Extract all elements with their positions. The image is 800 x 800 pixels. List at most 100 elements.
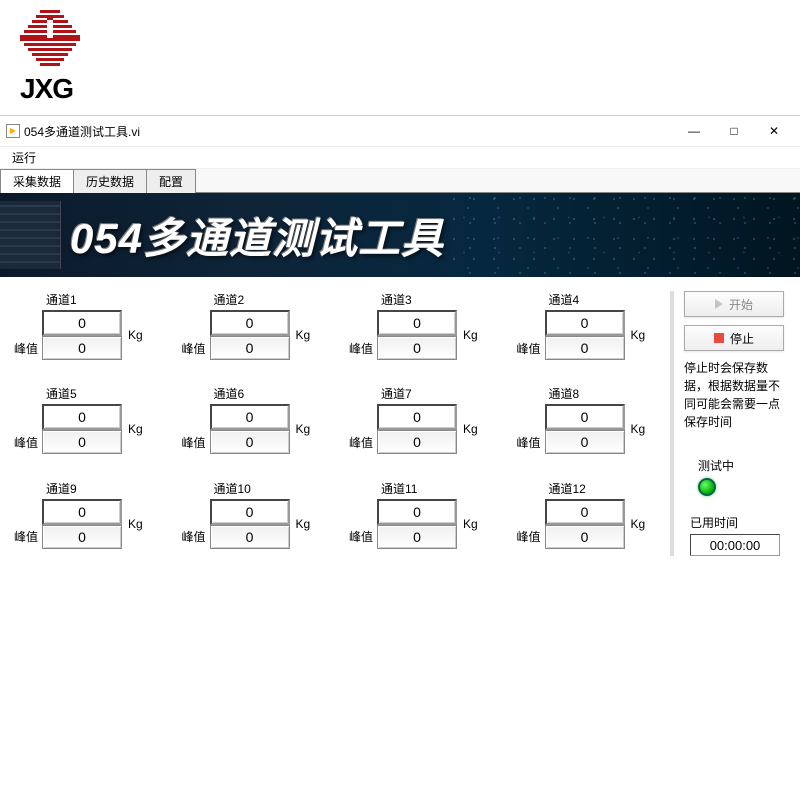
tab-config[interactable]: 配置 — [146, 169, 196, 193]
peak-label: 峰值 — [178, 528, 210, 545]
unit-label: Kg — [296, 310, 311, 360]
status-led-icon — [698, 478, 716, 496]
play-icon — [715, 299, 723, 309]
main-content: 通道1峰值00Kg通道2峰值00Kg通道3峰值00Kg通道4峰值00Kg通道5峰… — [0, 277, 800, 570]
menu-bar: 运行 — [0, 147, 800, 169]
channels-grid: 通道1峰值00Kg通道2峰值00Kg通道3峰值00Kg通道4峰值00Kg通道5峰… — [10, 291, 664, 556]
channel-name: 通道6 — [178, 385, 330, 402]
channel-6: 通道6 峰值00Kg — [178, 385, 330, 461]
channel-name: 通道2 — [178, 291, 330, 308]
tab-collect-data[interactable]: 采集数据 — [0, 169, 74, 193]
channel-peak-display: 0 — [210, 430, 290, 454]
channel-value-display: 0 — [545, 404, 625, 430]
channel-8: 通道8 峰值00Kg — [513, 385, 665, 461]
peak-label: 峰值 — [178, 340, 210, 357]
channel-1: 通道1 峰值00Kg — [10, 291, 162, 367]
unit-label: Kg — [631, 310, 646, 360]
app-window: 054多通道测试工具.vi — □ ✕ 运行 采集数据 历史数据 配置 054多… — [0, 115, 800, 570]
labview-vi-icon — [6, 124, 20, 138]
channel-peak-display: 0 — [210, 525, 290, 549]
channel-value-display: 0 — [545, 499, 625, 525]
peak-label: 峰值 — [10, 340, 42, 357]
unit-label: Kg — [463, 404, 478, 454]
unit-label: Kg — [296, 404, 311, 454]
channel-value-display: 0 — [545, 310, 625, 336]
channel-9: 通道9 峰值00Kg — [10, 480, 162, 556]
brand-logo-area: JXG — [0, 0, 800, 115]
elapsed-time-value: 00:00:00 — [690, 534, 780, 556]
channel-peak-display: 0 — [42, 525, 122, 549]
unit-label: Kg — [296, 499, 311, 549]
peak-label: 峰值 — [345, 528, 377, 545]
stop-button[interactable]: 停止 — [684, 325, 784, 351]
unit-label: Kg — [128, 499, 143, 549]
channel-peak-display: 0 — [210, 336, 290, 360]
stop-icon — [714, 333, 724, 343]
channel-3: 通道3 峰值00Kg — [345, 291, 497, 367]
unit-label: Kg — [631, 404, 646, 454]
channel-name: 通道4 — [513, 291, 665, 308]
window-title: 054多通道测试工具.vi — [24, 123, 674, 140]
channel-peak-display: 0 — [42, 336, 122, 360]
channel-value-display: 0 — [377, 404, 457, 430]
status-block: 测试中 — [684, 457, 790, 496]
channel-2: 通道2 峰值00Kg — [178, 291, 330, 367]
minimize-button[interactable]: — — [674, 120, 714, 142]
banner-title: 054多通道测试工具 — [70, 205, 444, 266]
channel-value-display: 0 — [377, 499, 457, 525]
channel-12: 通道12 峰值00Kg — [513, 480, 665, 556]
window-titlebar: 054多通道测试工具.vi — □ ✕ — [0, 116, 800, 147]
channel-10: 通道10峰值00Kg — [178, 480, 330, 556]
channel-value-display: 0 — [42, 404, 122, 430]
tab-history-data[interactable]: 历史数据 — [73, 169, 147, 193]
channel-7: 通道7峰值00Kg — [345, 385, 497, 461]
maximize-button[interactable]: □ — [714, 120, 754, 142]
channel-5: 通道5 峰值00Kg — [10, 385, 162, 461]
channel-name: 通道12 — [513, 480, 665, 497]
tab-strip: 采集数据 历史数据 配置 — [0, 169, 800, 193]
channel-name: 通道7 — [345, 385, 497, 402]
channel-name: 通道3 — [345, 291, 497, 308]
channel-value-display: 0 — [377, 310, 457, 336]
channel-name: 通道9 — [10, 480, 162, 497]
close-button[interactable]: ✕ — [754, 120, 794, 142]
peak-label: 峰值 — [513, 528, 545, 545]
status-label: 测试中 — [684, 457, 790, 474]
brand-logo-mark — [20, 10, 80, 66]
channel-name: 通道11 — [345, 480, 497, 497]
channel-peak-display: 0 — [545, 525, 625, 549]
window-controls: — □ ✕ — [674, 120, 794, 142]
channel-peak-display: 0 — [545, 336, 625, 360]
channel-value-display: 0 — [210, 310, 290, 336]
elapsed-time-label: 已用时间 — [684, 514, 790, 531]
channel-name: 通道1 — [10, 291, 162, 308]
channel-name: 通道8 — [513, 385, 665, 402]
elapsed-time-block: 已用时间 00:00:00 — [684, 514, 790, 556]
peak-label: 峰值 — [178, 434, 210, 451]
channel-peak-display: 0 — [377, 430, 457, 454]
brand-logo-text: JXG — [20, 73, 780, 105]
peak-label: 峰值 — [10, 528, 42, 545]
side-panel: 开始 停止 停止时会保存数据，根据数据量不同可能会需要一点保存时间 测试中 已用… — [670, 291, 790, 556]
unit-label: Kg — [463, 499, 478, 549]
peak-label: 峰值 — [345, 340, 377, 357]
peak-label: 峰值 — [10, 434, 42, 451]
unit-label: Kg — [128, 404, 143, 454]
channel-value-display: 0 — [42, 499, 122, 525]
start-button[interactable]: 开始 — [684, 291, 784, 317]
channel-peak-display: 0 — [545, 430, 625, 454]
unit-label: Kg — [463, 310, 478, 360]
channel-value-display: 0 — [42, 310, 122, 336]
channel-value-display: 0 — [210, 404, 290, 430]
peak-label: 峰值 — [513, 434, 545, 451]
channel-peak-display: 0 — [377, 525, 457, 549]
channel-name: 通道5 — [10, 385, 162, 402]
channel-peak-display: 0 — [42, 430, 122, 454]
unit-label: Kg — [631, 499, 646, 549]
channel-name: 通道10 — [178, 480, 330, 497]
channel-11: 通道11 峰值00Kg — [345, 480, 497, 556]
menu-run[interactable]: 运行 — [8, 149, 40, 167]
banner-header: 054多通道测试工具 — [0, 193, 800, 277]
channel-peak-display: 0 — [377, 336, 457, 360]
unit-label: Kg — [128, 310, 143, 360]
